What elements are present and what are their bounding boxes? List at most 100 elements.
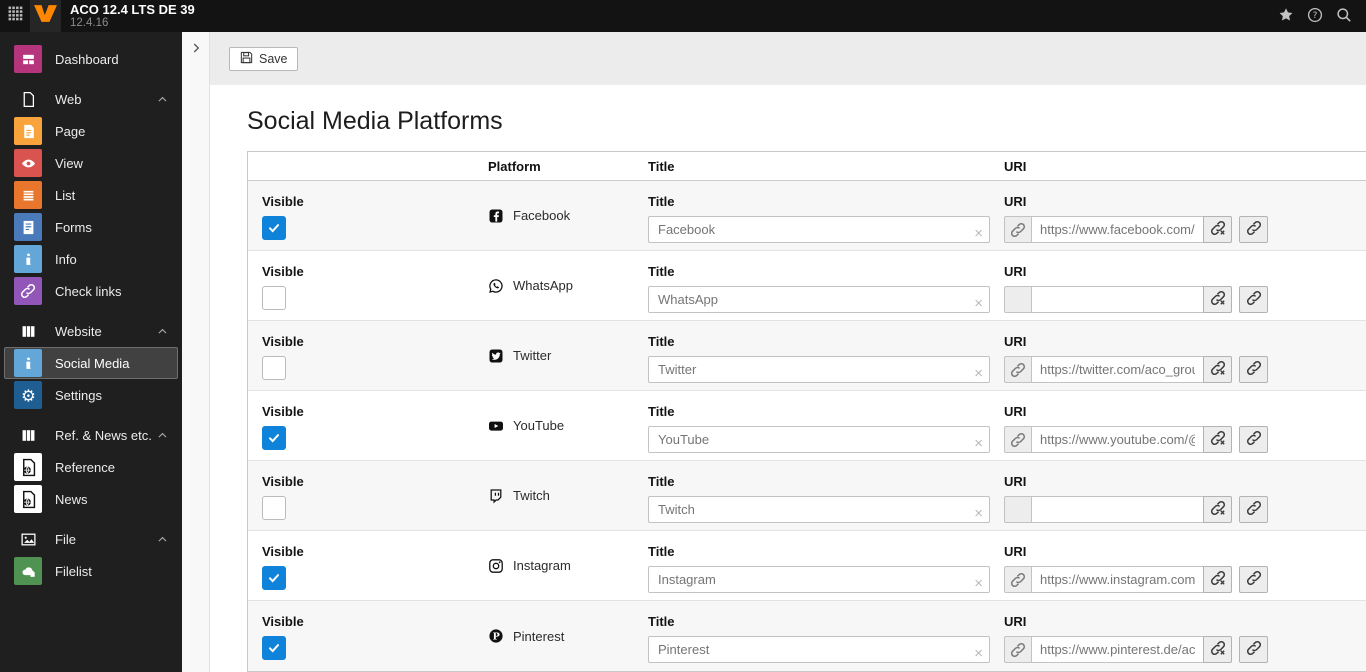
help-button[interactable]: ? — [1300, 0, 1329, 32]
sidebar-section-web[interactable]: Web — [4, 83, 178, 115]
svg-text:P: P — [493, 631, 500, 642]
sidebar-item-dashboard[interactable]: Dashboard — [4, 43, 178, 75]
unlink-icon — [1210, 570, 1226, 589]
uri-input[interactable] — [1032, 286, 1204, 313]
clear-input-icon[interactable]: × — [974, 225, 983, 243]
uri-input[interactable] — [1032, 216, 1204, 243]
sidebar-section-website[interactable]: Website — [4, 315, 178, 347]
sidebar-item-filelist[interactable]: Filelist — [4, 555, 178, 587]
uri-input[interactable] — [1032, 496, 1204, 523]
visible-cell: Visible — [248, 251, 474, 320]
platform-cell: Instagram — [474, 531, 634, 600]
nav-expand-button[interactable] — [182, 34, 209, 64]
table-body: Visible Facebook Title × URI — [248, 181, 1366, 671]
sidebar-item-view[interactable]: View — [4, 147, 178, 179]
web-doc-icon — [14, 85, 42, 113]
topbar: ACO 12.4 LTS DE 39 12.4.16 ? — [0, 0, 1366, 32]
link-browser-button[interactable] — [1239, 566, 1268, 593]
title-input[interactable] — [648, 356, 990, 383]
sidebar-item-forms[interactable]: Forms — [4, 211, 178, 243]
link-browser-button[interactable] — [1239, 426, 1268, 453]
visible-checkbox[interactable] — [262, 566, 286, 590]
uri-input[interactable] — [1032, 566, 1204, 593]
platform-cell: Twitch — [474, 461, 634, 530]
table-row: Visible Twitter Title × URI — [248, 321, 1366, 391]
uri-label: URI — [1004, 264, 1027, 279]
uri-label: URI — [1004, 544, 1027, 559]
unlink-button[interactable] — [1203, 496, 1232, 523]
link-prefix-addon — [1004, 426, 1032, 453]
uri-cell: URI — [990, 531, 1366, 600]
title-input[interactable] — [648, 566, 990, 593]
link-prefix-addon — [1004, 496, 1032, 523]
visible-checkbox[interactable] — [262, 496, 286, 520]
clear-input-icon[interactable]: × — [974, 435, 983, 453]
help-icon: ? — [1307, 7, 1323, 26]
sidebar-item-page[interactable]: Page — [4, 115, 178, 147]
modules-grid-icon — [8, 6, 23, 26]
chevron-up-icon — [156, 429, 169, 442]
visible-checkbox[interactable] — [262, 286, 286, 310]
link-browser-button[interactable] — [1239, 496, 1268, 523]
unlink-button[interactable] — [1203, 356, 1232, 383]
bookmark-button[interactable] — [1271, 0, 1300, 32]
title-input[interactable] — [648, 216, 990, 243]
link-browser-button[interactable] — [1239, 356, 1268, 383]
clear-input-icon[interactable]: × — [974, 365, 983, 383]
title-input[interactable] — [648, 496, 990, 523]
clear-input-icon[interactable]: × — [974, 645, 983, 663]
link-browser-button[interactable] — [1239, 286, 1268, 313]
unlink-button[interactable] — [1203, 566, 1232, 593]
clear-input-icon[interactable]: × — [974, 295, 983, 313]
modules-grid-button[interactable] — [0, 0, 30, 32]
save-button[interactable]: Save — [229, 46, 298, 71]
clear-input-icon[interactable]: × — [974, 505, 983, 523]
title-input[interactable] — [648, 426, 990, 453]
link-icon — [1246, 360, 1262, 379]
sidebar-item-check-links[interactable]: Check links — [4, 275, 178, 307]
sidebar-item-social-media[interactable]: Social Media — [4, 347, 178, 379]
uri-cell: URI — [990, 181, 1366, 250]
visible-checkbox[interactable] — [262, 426, 286, 450]
title-cell: Title × — [634, 531, 990, 600]
sidebar-section-ref-news-etc[interactable]: Ref. & News etc. — [4, 419, 178, 451]
visible-checkbox[interactable] — [262, 636, 286, 660]
chevron-up-icon — [156, 325, 169, 338]
unlink-button[interactable] — [1203, 286, 1232, 313]
chevron-up-icon — [156, 533, 169, 546]
page-icon — [14, 117, 42, 145]
search-button[interactable] — [1329, 0, 1358, 32]
sidebar-item-news[interactable]: News — [4, 483, 178, 515]
clear-input-icon[interactable]: × — [974, 575, 983, 593]
title-cell: Title × — [634, 461, 990, 530]
platform-name: Facebook — [513, 208, 571, 223]
uri-input[interactable] — [1032, 636, 1204, 663]
sidebar-item-info[interactable]: Info — [4, 243, 178, 275]
uri-cell: URI — [990, 391, 1366, 460]
sidebar-section-file[interactable]: File — [4, 523, 178, 555]
unlink-button[interactable] — [1203, 426, 1232, 453]
visible-checkbox[interactable] — [262, 216, 286, 240]
sidebar-item-settings[interactable]: ⚙ Settings — [4, 379, 178, 411]
link-browser-button[interactable] — [1239, 216, 1268, 243]
unlink-button[interactable] — [1203, 636, 1232, 663]
page-title: Social Media Platforms — [247, 107, 503, 135]
visible-checkbox[interactable] — [262, 356, 286, 380]
unlink-icon — [1210, 220, 1226, 239]
content-area: Save Social Media Platforms Platform Tit… — [210, 32, 1366, 672]
svg-text:⚙: ⚙ — [21, 386, 36, 405]
unlink-icon — [1210, 360, 1226, 379]
sidebar-item-list[interactable]: List — [4, 179, 178, 211]
title-input[interactable] — [648, 286, 990, 313]
title-input[interactable] — [648, 636, 990, 663]
uri-input[interactable] — [1032, 426, 1204, 453]
link-browser-button[interactable] — [1239, 636, 1268, 663]
visible-cell: Visible — [248, 321, 474, 390]
link-prefix-addon — [1004, 216, 1032, 243]
unlink-button[interactable] — [1203, 216, 1232, 243]
table-row: Visible P Pinterest Title × URI — [248, 601, 1366, 671]
uri-cell: URI — [990, 601, 1366, 671]
sidebar-item-reference[interactable]: Reference — [4, 451, 178, 483]
uri-input[interactable] — [1032, 356, 1204, 383]
nav-collapse-strip — [182, 32, 210, 672]
